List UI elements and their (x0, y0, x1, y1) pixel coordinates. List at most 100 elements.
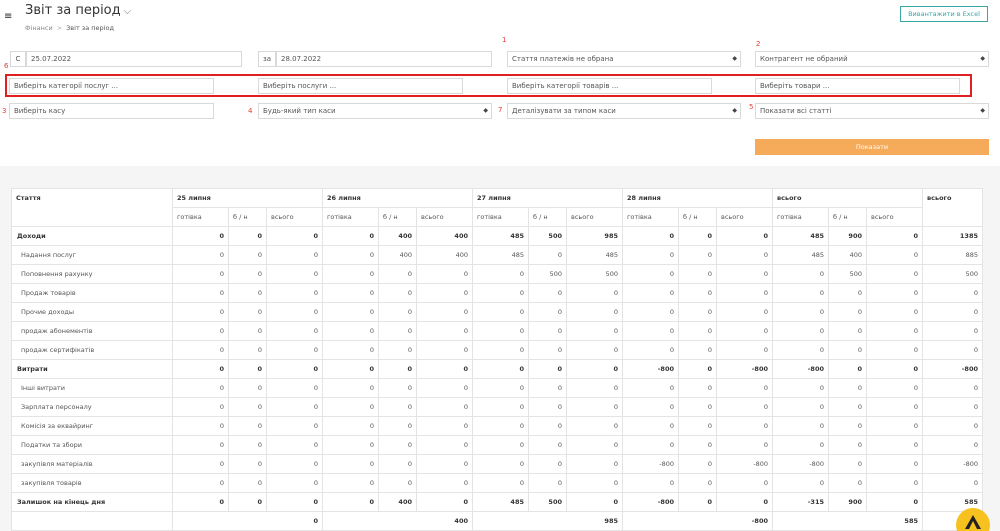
table-cell: 0 (228, 454, 267, 474)
table-cell: 0 (866, 416, 923, 436)
header-article: Стаття (11, 188, 173, 227)
page-header: ≡ Звіт за період ⌵ Фінанси > Звіт за період… (0, 0, 1000, 36)
marker-2: 2 (756, 40, 761, 48)
row-label: Продаж товарів (11, 283, 173, 303)
table-cell: 400 (378, 245, 417, 265)
table-cell: 0 (922, 473, 983, 493)
select-arrow-icon: ◆ (980, 107, 985, 114)
table-cell: 0 (678, 359, 717, 379)
table-cell: 0 (622, 321, 679, 341)
table-cell: 0 (922, 435, 983, 455)
detail-by-select[interactable]: Деталізувати за типом каси ◆ (507, 103, 741, 119)
table-cell: 0 (322, 454, 379, 474)
breadcrumb-finance[interactable]: Фінанси (25, 24, 53, 32)
show-items-select[interactable]: Показати всі статті ◆ (755, 103, 989, 119)
table-cell: 0 (528, 397, 567, 417)
subheader-cell: готівка (622, 207, 679, 227)
table-cell: -800 (716, 359, 773, 379)
table-cell: 400 (416, 226, 473, 246)
table-cell: 0 (172, 340, 229, 360)
table-cell: 0 (922, 378, 983, 398)
product-categories-input[interactable]: Виберіть категорії товарів ... (507, 78, 712, 94)
table-cell: 0 (228, 473, 267, 493)
table-cell: 0 (266, 283, 323, 303)
table-cell: 0 (566, 378, 623, 398)
table-cell: 0 (172, 454, 229, 474)
breadcrumb-current: Звіт за період (66, 24, 114, 32)
row-label: Прочие доходы (11, 302, 173, 322)
table-cell: 400 (416, 245, 473, 265)
table-row: Інші витрати 0 0 0 0 0 0 0 0 0 0 0 0 0 0 0 0 (11, 378, 983, 398)
table-cell: 0 (172, 416, 229, 436)
table-cell: 0 (322, 226, 379, 246)
table-cell: 0 (378, 473, 417, 493)
subheader-cell: готівка (472, 207, 529, 227)
header-day: 28 липня (622, 188, 773, 208)
table-cell: 0 (716, 378, 773, 398)
table-cell: 900 (828, 492, 867, 512)
products-input[interactable]: Виберіть товари ... (755, 78, 960, 94)
table-cell: 0 (528, 340, 567, 360)
services-input[interactable]: Виберіть послуги ... (258, 78, 463, 94)
table-cell: 0 (172, 359, 229, 379)
table-cell: 0 (622, 245, 679, 265)
table-cell: 0 (528, 359, 567, 379)
table-cell: 0 (472, 416, 529, 436)
table-cell: 0 (528, 454, 567, 474)
table-cell: 0 (622, 435, 679, 455)
table-cell: 0 (716, 264, 773, 284)
date-to-input[interactable]: 28.07.2022 (276, 51, 492, 67)
page-title: Звіт за період ⌵ (25, 3, 131, 18)
table-cell: 0 (622, 283, 679, 303)
breadcrumb: Фінанси > Звіт за період (25, 24, 114, 32)
table-cell: 900 (828, 226, 867, 246)
service-categories-input[interactable]: Виберіть категорії послуг ... (9, 78, 214, 94)
table-cell: 0 (322, 321, 379, 341)
table-cell: 0 (228, 226, 267, 246)
table-cell: 500 (528, 492, 567, 512)
table-cell: 0 (322, 435, 379, 455)
counterparty-select[interactable]: Контрагент не обраний ◆ (755, 51, 989, 67)
show-button[interactable]: Показати (755, 139, 989, 155)
table-cell: 0 (678, 302, 717, 322)
cashbox-type-select[interactable]: Будь-який тип каси ◆ (258, 103, 492, 119)
table-cell: 0 (566, 454, 623, 474)
footer-cell: 585 (772, 511, 923, 531)
table-cell: 0 (866, 473, 923, 493)
table-cell: 0 (172, 435, 229, 455)
table-cell: 0 (866, 340, 923, 360)
table-cell: 0 (266, 245, 323, 265)
export-excel-button[interactable]: Вивантажити в Excel (900, 6, 988, 22)
subheader-cell: всього (566, 207, 623, 227)
table-cell: 0 (716, 416, 773, 436)
table-cell: 0 (828, 302, 867, 322)
table-cell: 0 (716, 435, 773, 455)
cashbox-input[interactable]: Виберіть касу (9, 103, 214, 119)
table-cell: 0 (266, 302, 323, 322)
chevron-down-icon[interactable]: ⌵ (124, 6, 132, 17)
table-row: Комісія за еквайринг 0 0 0 0 0 0 0 0 0 0 0 0 0 0 0 0 (11, 416, 983, 436)
table-cell: 0 (828, 283, 867, 303)
marker-4: 4 (248, 107, 253, 115)
subheader-cell: б / н (678, 207, 717, 227)
table-cell: 0 (866, 264, 923, 284)
table-cell: 0 (772, 473, 829, 493)
row-label: Інші витрати (11, 378, 173, 398)
table-cell: 0 (678, 378, 717, 398)
table-cell: 0 (528, 245, 567, 265)
table-cell: 0 (528, 473, 567, 493)
table-cell: 0 (716, 283, 773, 303)
row-label: Поповнення рахунку (11, 264, 173, 284)
subheader-cell: б / н (228, 207, 267, 227)
table-cell: 485 (772, 226, 829, 246)
marker-1: 1 (502, 36, 507, 44)
table-cell: -800 (922, 359, 983, 379)
table-cell: 0 (322, 340, 379, 360)
footer-blank (11, 511, 173, 531)
payment-item-select[interactable]: Стаття платежів не обрана ◆ (507, 51, 741, 67)
table-cell: 0 (566, 340, 623, 360)
table-cell: 0 (866, 283, 923, 303)
date-from-input[interactable]: 25.07.2022 (26, 51, 242, 67)
table-row: закупівля товарів 0 0 0 0 0 0 0 0 0 0 0 0 0 0 0 0 (11, 473, 983, 493)
menu-icon[interactable]: ≡ (4, 12, 14, 22)
